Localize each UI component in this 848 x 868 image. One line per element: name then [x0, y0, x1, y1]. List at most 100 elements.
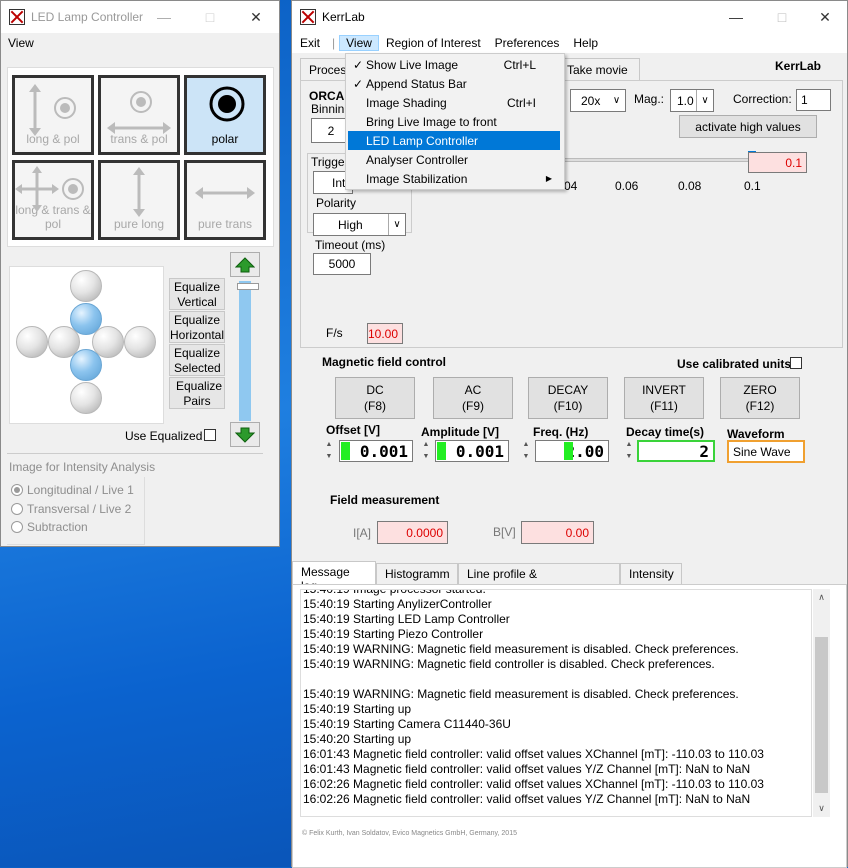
menu-help[interactable]: Help	[566, 36, 605, 50]
log-line: 15:40:19 Starting Piezo Controller	[303, 627, 484, 641]
correction-label: Correction:	[733, 92, 792, 106]
menu-item-shortcut: Ctrl+I	[506, 95, 536, 110]
amplitude-spinner[interactable]: ▲ ▼	[421, 439, 431, 465]
activate-high-values-button[interactable]: activate high values	[679, 115, 817, 138]
mode-long-trans-pol-button[interactable]: long & trans & pol	[12, 160, 94, 240]
radio-label: Longitudinal / Live 1	[27, 483, 134, 497]
slider-value-field[interactable]: 0.1	[748, 152, 807, 173]
menu-item-analyser-controller[interactable]: Analyser Controller	[348, 150, 560, 169]
log-line: 15:40:19 Starting AnylizerController	[303, 597, 492, 611]
menu-item-image-stabilization[interactable]: Image Stabilization ▶	[348, 169, 560, 188]
freq-field[interactable]: 2.00	[535, 440, 609, 462]
scrollbar-thumb[interactable]	[815, 637, 828, 793]
amplitude-value: 0.001	[455, 441, 504, 461]
menu-region-of-interest[interactable]: Region of Interest	[379, 36, 488, 50]
freq-spinner[interactable]: ▲ ▼	[521, 439, 531, 465]
equalize-vertical-button[interactable]: Equalize Vertical	[169, 278, 225, 310]
mag-value: 1.0	[677, 93, 694, 108]
kerrlab-window: KerrLab — □ ✕ Exit | View Region of Inte…	[291, 0, 848, 868]
tab-intensity[interactable]: Intensity	[620, 563, 682, 585]
minimize-icon[interactable]: —	[141, 1, 187, 33]
menu-item-show-live-image[interactable]: ✓ Show Live Image Ctrl+L	[348, 55, 560, 74]
tab-line-profile[interactable]: Line profile & measurement	[458, 563, 620, 595]
button-label: DC	[366, 383, 384, 397]
radio-transversal[interactable]: Transversal / Live 2	[11, 502, 131, 516]
intensity-slider-thumb[interactable]	[237, 283, 259, 290]
led-bottom-inner[interactable]	[70, 349, 102, 381]
dc-button[interactable]: DC (F8)	[335, 377, 415, 419]
value-slider-track[interactable]	[564, 158, 752, 162]
menu-exit[interactable]: Exit	[292, 36, 328, 50]
invert-button[interactable]: INVERT (F11)	[624, 377, 704, 419]
button-shortcut: (F12)	[745, 399, 775, 413]
amplitude-field[interactable]: 0.001	[435, 440, 509, 462]
radio-subtraction[interactable]: Subtraction	[11, 520, 88, 534]
polarity-select[interactable]: High ∨	[313, 213, 406, 236]
led-right-outer[interactable]	[124, 326, 156, 358]
menu-item-append-status-bar[interactable]: ✓ Append Status Bar	[348, 74, 560, 93]
decay-spinner[interactable]: ▲ ▼	[624, 439, 634, 465]
mag-select[interactable]: 1.0 ∨	[670, 89, 714, 112]
close-icon[interactable]: ✕	[233, 1, 279, 33]
log-scrollbar[interactable]: ∧ ∨	[813, 589, 830, 817]
app-icon	[300, 9, 316, 25]
tab-message-log[interactable]: Message log	[292, 561, 376, 593]
log-line: 15:40:20 Starting up	[303, 732, 412, 746]
menu-item-label: Show Live Image	[366, 57, 459, 72]
scroll-down-icon[interactable]: ∨	[813, 800, 830, 817]
kerrlab-titlebar[interactable]: KerrLab — □ ✕	[292, 1, 847, 33]
use-calibrated-checkbox[interactable]	[790, 357, 802, 369]
close-icon[interactable]: ✕	[802, 1, 848, 33]
equalize-horizontal-button[interactable]: Equalize Horizontal	[169, 311, 225, 343]
tab-process[interactable]: Proces	[300, 58, 350, 80]
tab-take-movie[interactable]: Take movie	[558, 58, 640, 80]
menu-item-image-shading[interactable]: Image Shading Ctrl+I	[348, 93, 560, 112]
pure-trans-icon	[195, 187, 255, 199]
decay-button[interactable]: DECAY (F10)	[528, 377, 608, 419]
decay-time-value: 2	[699, 441, 709, 461]
button-label: ZERO	[743, 383, 777, 397]
menu-view[interactable]: View	[1, 36, 41, 50]
mode-polar-button[interactable]: polar	[184, 75, 266, 155]
tab-histogramm[interactable]: Histogramm	[376, 563, 458, 585]
mode-pure-trans-button[interactable]: pure trans	[184, 160, 266, 240]
timeout-field[interactable]: 5000	[313, 253, 371, 275]
led-left-outer[interactable]	[16, 326, 48, 358]
check-icon: ✓	[353, 76, 364, 91]
ac-button[interactable]: AC (F9)	[433, 377, 513, 419]
zero-button[interactable]: ZERO (F12)	[720, 377, 800, 419]
menu-item-label: Append Status Bar	[366, 76, 467, 91]
log-line: 16:01:43 Magnetic field controller: vali…	[303, 747, 764, 761]
offset-field[interactable]: 0.001	[339, 440, 413, 462]
decay-time-field[interactable]: 2	[637, 440, 715, 462]
equalize-selected-button[interactable]: Equalize Selected	[169, 344, 225, 376]
led-lamp-controller-window: LED Lamp Controller — □ ✕ View long & po…	[0, 0, 280, 547]
radio-longitudinal[interactable]: Longitudinal / Live 1	[11, 483, 134, 497]
minimize-icon[interactable]: —	[713, 1, 759, 33]
intensity-down-button[interactable]	[230, 422, 260, 447]
menu-preferences[interactable]: Preferences	[488, 36, 567, 50]
led-top-outer[interactable]	[70, 270, 102, 302]
led-bottom-outer[interactable]	[70, 382, 102, 414]
use-equalized-checkbox[interactable]	[204, 429, 216, 441]
intensity-up-button[interactable]	[230, 252, 260, 277]
waveform-select[interactable]: Sine Wave	[727, 440, 805, 463]
log-line: 16:01:43 Magnetic field controller: vali…	[303, 762, 751, 776]
scroll-up-icon[interactable]: ∧	[813, 589, 830, 606]
mode-trans-pol-button[interactable]: trans & pol	[98, 75, 180, 155]
intensity-slider-track[interactable]	[239, 281, 251, 421]
button-shortcut: (F10)	[553, 399, 583, 413]
objective-select[interactable]: 20x ∨	[570, 89, 626, 112]
offset-spinner[interactable]: ▲ ▼	[324, 439, 334, 465]
maximize-icon[interactable]: □	[759, 1, 805, 33]
mode-long-pol-button[interactable]: long & pol	[12, 75, 94, 155]
led-window-titlebar[interactable]: LED Lamp Controller — □ ✕	[1, 1, 279, 33]
menu-item-led-lamp-controller[interactable]: LED Lamp Controller	[348, 131, 560, 150]
offset-value: 0.001	[359, 441, 408, 461]
equalize-pairs-button[interactable]: Equalize Pairs	[169, 377, 225, 409]
maximize-icon[interactable]: □	[187, 1, 233, 33]
menu-item-bring-live-image-front[interactable]: Bring Live Image to front	[348, 112, 560, 131]
menu-view[interactable]: View	[339, 35, 379, 51]
correction-field[interactable]: 1	[796, 89, 831, 111]
mode-pure-long-button[interactable]: pure long	[98, 160, 180, 240]
